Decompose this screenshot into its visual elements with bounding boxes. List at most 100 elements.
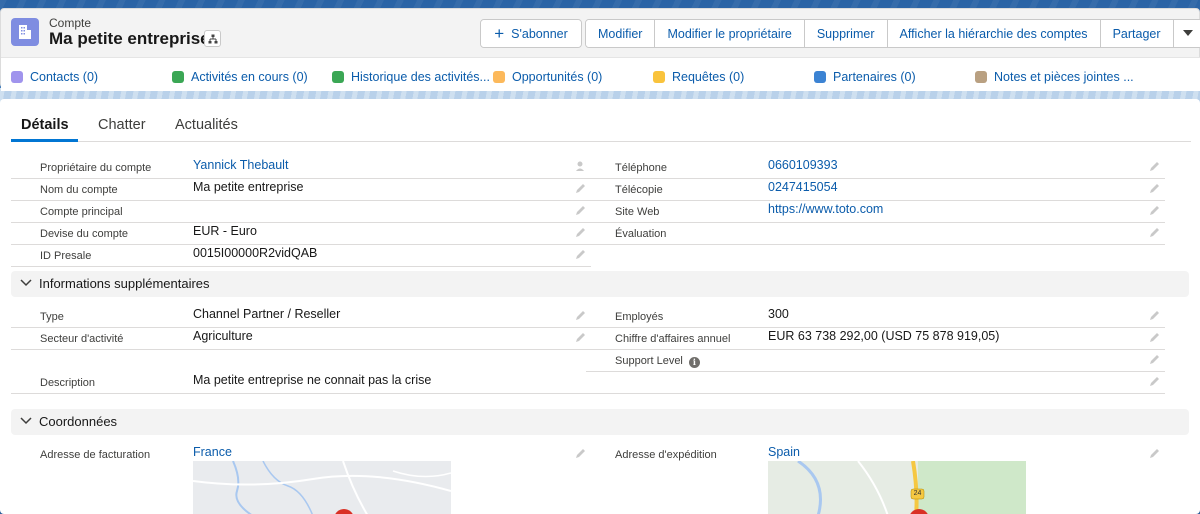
field-account-owner: Propriétaire du compte Yannick Thebault <box>11 157 591 179</box>
record-title: Ma petite entreprise <box>49 29 210 48</box>
related-link-opportunities[interactable]: Opportunités (0) <box>493 70 602 84</box>
follow-button-group: + S'abonner <box>480 19 582 48</box>
field-employees: Employés 300 <box>586 306 1165 328</box>
related-link-label: Activités en cours (0) <box>191 70 308 84</box>
field-label: ID Presale <box>40 250 92 262</box>
field-label: Description <box>40 377 96 389</box>
chevron-down-icon <box>20 279 32 287</box>
section-address[interactable]: Coordonnées <box>11 409 1189 435</box>
road-number-label: 24 <box>913 490 922 497</box>
follow-button[interactable]: + S'abonner <box>481 20 581 47</box>
field-label: Propriétaire du compte <box>40 162 152 174</box>
related-link-activity-history[interactable]: Historique des activités... <box>332 70 490 84</box>
field-label: Employés <box>615 311 664 323</box>
edit-button[interactable]: Modifier <box>586 20 656 47</box>
activity-history-icon <box>332 71 344 83</box>
shipping-address-link[interactable]: Spain <box>768 445 800 459</box>
related-link-label: Contacts (0) <box>30 70 99 84</box>
change-owner-button[interactable]: Modifier le propriétaire <box>655 20 805 47</box>
field-label: Évaluation <box>615 228 667 240</box>
field-value: EUR 63 738 292,00 (USD 75 878 919,05) <box>768 329 1000 343</box>
section-title: Informations supplémentaires <box>39 276 210 291</box>
edit-pencil-icon[interactable] <box>1149 447 1161 459</box>
edit-pencil-icon[interactable] <box>1149 331 1161 343</box>
field-label: Support Level i <box>615 355 700 368</box>
related-link-notes-attachments[interactable]: Notes et pièces jointes ... <box>975 70 1134 84</box>
edit-pencil-icon[interactable] <box>575 248 587 260</box>
opportunities-icon <box>493 71 505 83</box>
follow-label: S'abonner <box>511 26 568 41</box>
field-label: Devise du compte <box>40 228 129 240</box>
info-icon[interactable]: i <box>688 356 700 368</box>
field-website: Site Web https://www.toto.com <box>586 201 1165 223</box>
chevron-down-icon <box>20 417 32 425</box>
hierarchy-icon[interactable] <box>204 30 221 47</box>
field-label: Compte principal <box>40 206 123 218</box>
field-label: Type <box>40 311 64 323</box>
share-button[interactable]: Partager <box>1100 20 1174 47</box>
field-phone: Téléphone 0660109393 <box>586 157 1165 179</box>
field-type: Type Channel Partner / Reseller <box>11 306 591 328</box>
field-label: Nom du compte <box>40 184 118 196</box>
field-label: Télécopie <box>615 184 663 196</box>
edit-pencil-icon[interactable] <box>1149 226 1161 238</box>
action-button-group: Modifier Modifier le propriétaire Suppri… <box>585 19 1200 48</box>
tab-bar: Détails Chatter Actualités <box>11 99 1191 142</box>
notes-icon <box>975 71 987 83</box>
billing-address-link[interactable]: France <box>193 445 232 459</box>
field-value: Ma petite entreprise ne connait pas la c… <box>193 373 432 387</box>
phone-link[interactable]: 0660109393 <box>768 158 838 172</box>
related-link-contacts[interactable]: Contacts (0) <box>11 70 98 84</box>
account-object-icon <box>11 18 39 46</box>
field-support-level: Support Level i <box>586 350 1165 372</box>
more-actions-button[interactable] <box>1173 20 1200 47</box>
related-link-cases[interactable]: Requêtes (0) <box>653 70 744 84</box>
related-list-quick-links: Contacts (0) Activités en cours (0) Hist… <box>1 57 1200 91</box>
field-account-name: Nom du compte Ma petite entreprise <box>11 179 591 201</box>
billing-address-map[interactable] <box>193 461 451 514</box>
delete-button[interactable]: Supprimer <box>804 20 888 47</box>
field-label: Téléphone <box>615 162 667 174</box>
tab-details[interactable]: Détails <box>21 117 69 133</box>
field-value: Channel Partner / Reseller <box>193 307 341 321</box>
edit-pencil-icon[interactable] <box>1149 353 1161 365</box>
related-link-label: Requêtes (0) <box>672 70 745 84</box>
section-additional-info[interactable]: Informations supplémentaires <box>11 271 1189 297</box>
record-header: Compte Ma petite entreprise + S'abonner … <box>0 8 1200 91</box>
edit-pencil-icon[interactable] <box>1149 182 1161 194</box>
tab-chatter[interactable]: Chatter <box>98 117 146 133</box>
chevron-down-icon <box>1182 30 1193 36</box>
related-link-label: Opportunités (0) <box>512 70 603 84</box>
cases-icon <box>653 71 665 83</box>
section-title: Coordonnées <box>39 414 118 429</box>
related-link-label: Notes et pièces jointes ... <box>994 70 1134 84</box>
activities-icon <box>172 71 184 83</box>
field-value: Agriculture <box>193 329 253 343</box>
view-hierarchy-button[interactable]: Afficher la hiérarchie des comptes <box>887 20 1101 47</box>
object-type-label: Compte <box>49 16 92 30</box>
field-value: Ma petite entreprise <box>193 180 304 194</box>
website-link[interactable]: https://www.toto.com <box>768 202 883 216</box>
tab-news[interactable]: Actualités <box>175 117 238 133</box>
related-link-open-activities[interactable]: Activités en cours (0) <box>172 70 308 84</box>
fax-link[interactable]: 0247415054 <box>768 180 838 194</box>
field-annual-revenue: Chiffre d'affaires annuel EUR 63 738 292… <box>586 328 1165 350</box>
related-link-partners[interactable]: Partenaires (0) <box>814 70 916 84</box>
shipping-address-map[interactable]: 24 <box>768 461 1026 514</box>
field-label: Secteur d'activité <box>40 333 124 345</box>
account-owner-link[interactable]: Yannick Thebault <box>193 158 288 172</box>
edit-pencil-icon[interactable] <box>1149 204 1161 216</box>
field-value: 0015I00000R2vidQAB <box>193 246 318 260</box>
edit-pencil-icon[interactable] <box>1149 160 1161 172</box>
field-value: 300 <box>768 307 789 321</box>
field-label: Adresse d'expédition <box>615 449 717 461</box>
support-level-label: Support Level <box>615 355 683 367</box>
field-presale-id: ID Presale 0015I00000R2vidQAB <box>11 245 591 267</box>
field-industry: Secteur d'activité Agriculture <box>11 328 591 350</box>
edit-pencil-icon[interactable] <box>1149 309 1161 321</box>
partners-icon <box>814 71 826 83</box>
field-fax: Télécopie 0247415054 <box>586 179 1165 201</box>
plus-icon: + <box>494 24 505 43</box>
edit-pencil-icon[interactable] <box>1149 375 1161 387</box>
contacts-icon <box>11 71 23 83</box>
